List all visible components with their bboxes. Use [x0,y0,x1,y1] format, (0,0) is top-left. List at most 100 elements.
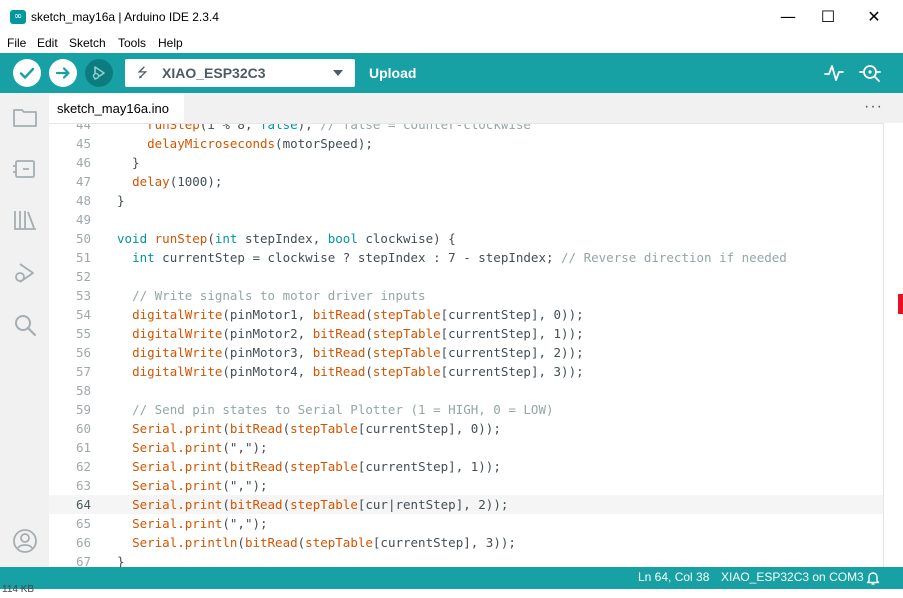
menu-tools[interactable]: Tools [118,36,146,50]
board-name: XIAO_ESP32C3 [162,65,266,81]
code-token: bitRead [312,307,366,322]
code-token: clockwise) { [357,231,456,246]
code-text: delayMicroseconds(motorSpeed); [117,134,373,153]
bell-icon[interactable] [866,570,880,586]
code-line[interactable]: 55 digitalWrite(pinMotor2, bitRead(stepT… [49,324,883,343]
code-token: [cur|rentStep], 2)); [357,497,509,512]
code-token: } [117,554,125,568]
tab-sketch-file[interactable]: sketch_may16a.ino [49,93,184,125]
code-token: stepTable [305,535,373,550]
code-line[interactable]: 47 delay(1000); [49,172,883,191]
board-selector[interactable]: ⭍ XIAO_ESP32C3 [125,59,355,87]
code-token: stepTable [372,326,441,341]
user-icon [13,529,37,553]
debug-button[interactable] [85,59,113,87]
code-text: // Send pin states to Serial Plotter (1 … [117,400,553,419]
line-number: 58 [75,383,91,398]
code-line[interactable]: 62 Serial.print(bitRead(stepTable[curren… [49,457,883,476]
code-line[interactable]: 53 // Write signals to motor driver inpu… [49,286,883,305]
code-text: digitalWrite(pinMotor4, bitRead(stepTabl… [117,362,584,381]
maximize-button[interactable]: ☐ [805,0,851,33]
code-text: } [117,552,125,568]
code-line[interactable]: 57 digitalWrite(pinMotor4, bitRead(stepT… [49,362,883,381]
search-button[interactable] [11,311,39,339]
code-token: stepTable [290,421,358,436]
code-editor[interactable]: 44 runStep(i % 8, false); // false = cou… [49,123,883,568]
code-text: runStep(i % 8, false); // false = counte… [117,123,531,134]
code-token: stepIndex, [237,231,328,246]
code-line[interactable]: 58 [49,381,883,400]
code-token: ( [222,459,230,474]
code-text: Serial.println(bitRead(stepTable[current… [117,533,516,552]
code-line[interactable]: 59 // Send pin states to Serial Plotter … [49,400,883,419]
board-port-status[interactable]: XIAO_ESP32C3 on COM3 [721,570,864,584]
cursor-position[interactable]: Ln 64, Col 38 [638,570,709,584]
code-line[interactable]: 45 delayMicroseconds(motorSpeed); [49,134,883,153]
code-text: Serial.print(bitRead(stepTable[cur|rentS… [117,495,508,514]
code-line[interactable]: 67} [49,552,883,568]
code-line[interactable]: 54 digitalWrite(pinMotor1, bitRead(stepT… [49,305,883,324]
code-line[interactable]: 51 int currentStep = clockwise ? stepInd… [49,248,883,267]
code-token: int [214,231,238,246]
code-token: [currentStep], 1)); [357,459,501,474]
code-token: ( [222,421,230,436]
line-number: 46 [75,155,91,170]
code-token: digitalWrite [132,364,223,379]
debug-panel-button[interactable] [11,259,39,287]
code-line[interactable]: 52 [49,267,883,286]
code-token: ); [297,123,321,132]
sketchbook-button[interactable] [11,103,39,131]
code-line[interactable]: 56 digitalWrite(pinMotor3, bitRead(stepT… [49,343,883,362]
line-number: 64 [75,497,91,512]
profile-button[interactable] [11,527,39,555]
code-line[interactable]: 44 runStep(i % 8, false); // false = cou… [49,123,883,134]
usb-icon: ⭍ [137,66,148,81]
menu-edit[interactable]: Edit [37,36,58,50]
code-line[interactable]: 46 } [49,153,883,172]
search-icon [15,315,37,337]
more-icon[interactable]: ··· [864,98,883,116]
code-line[interactable]: 66 Serial.println(bitRead(stepTable[curr… [49,533,883,552]
code-line[interactable]: 61 Serial.print(","); [49,438,883,457]
code-line[interactable]: 63 Serial.print(","); [49,476,883,495]
code-token: stepTable [372,345,441,360]
code-token: ( [222,497,230,512]
toolbar: ⭍ XIAO_ESP32C3 Upload [0,53,903,93]
code-token: (motorSpeed); [275,136,373,151]
boards-manager-button[interactable] [11,155,39,183]
verify-button[interactable] [13,59,41,87]
line-number: 61 [75,440,91,455]
code-text: } [117,191,125,210]
code-token: bitRead [312,364,366,379]
code-token: currentStep = clockwise ? stepIndex : 7 … [154,250,562,265]
upload-button[interactable] [49,59,77,87]
code-line[interactable]: 49 [49,210,883,229]
code-token: (","); [222,478,268,493]
serial-plotter-button[interactable] [823,63,845,83]
code-token: // Reverse direction if needed [561,250,787,265]
code-token: Serial.print [132,440,223,455]
menu-file[interactable]: File [7,36,26,50]
line-number: 51 [75,250,91,265]
code-line[interactable]: 60 Serial.print(bitRead(stepTable[curren… [49,419,883,438]
line-number: 66 [75,535,91,550]
editor-scrollbar[interactable] [883,123,903,567]
code-line[interactable]: 50 void runStep(int stepIndex, bool clock… [49,229,883,248]
serial-monitor-button[interactable] [858,61,884,85]
code-line[interactable]: 64 Serial.print(bitRead(stepTable[cur|re… [49,495,883,514]
line-number: 47 [75,174,91,189]
code-line[interactable]: 65 Serial.print(","); [49,514,883,533]
menu-sketch[interactable]: Sketch [69,36,106,50]
library-manager-button[interactable] [11,206,39,234]
close-button[interactable]: ✕ [851,0,897,33]
menu-help[interactable]: Help [158,36,183,50]
line-number: 50 [75,231,91,246]
code-line[interactable]: 48} [49,191,883,210]
line-number: 63 [75,478,91,493]
title-bar: ∞ sketch_may16a | Arduino IDE 2.3.4 — ☐ … [0,0,903,33]
line-number: 49 [75,212,91,227]
code-token: Serial.print [132,421,223,436]
